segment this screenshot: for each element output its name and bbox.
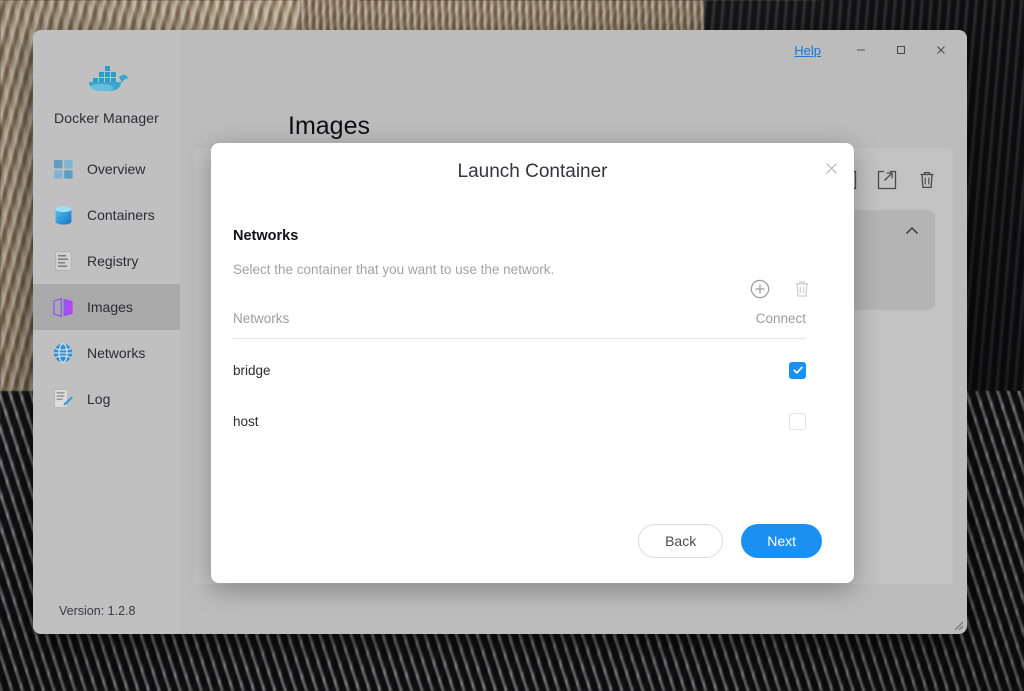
dialog-title: Launch Container — [211, 161, 854, 183]
close-icon[interactable] — [820, 157, 842, 179]
section-title: Networks — [233, 228, 854, 244]
connect-checkbox-bridge[interactable] — [789, 362, 806, 379]
network-name: host — [233, 414, 259, 429]
connect-checkbox-host[interactable] — [789, 413, 806, 430]
table-row[interactable]: host — [233, 401, 806, 441]
network-list-actions — [750, 279, 812, 299]
dialog-overlay: Launch Container Networks Select the con… — [33, 30, 967, 634]
section-description: Select the container that you want to us… — [233, 262, 854, 277]
network-name: bridge — [233, 363, 271, 378]
launch-container-dialog: Launch Container Networks Select the con… — [211, 143, 854, 583]
app-window: Help Docker Manager — [33, 30, 967, 634]
networks-table-header: Networks Connect — [233, 311, 806, 339]
back-button[interactable]: Back — [638, 524, 723, 558]
next-button[interactable]: Next — [741, 524, 822, 558]
networks-table: Networks Connect bridge host — [233, 311, 806, 441]
dialog-footer: Back Next — [638, 524, 822, 558]
table-row[interactable]: bridge — [233, 350, 806, 390]
column-header-connect: Connect — [756, 311, 806, 326]
column-header-networks: Networks — [233, 311, 289, 326]
add-network-icon[interactable] — [750, 279, 770, 299]
delete-network-icon[interactable] — [792, 279, 812, 299]
